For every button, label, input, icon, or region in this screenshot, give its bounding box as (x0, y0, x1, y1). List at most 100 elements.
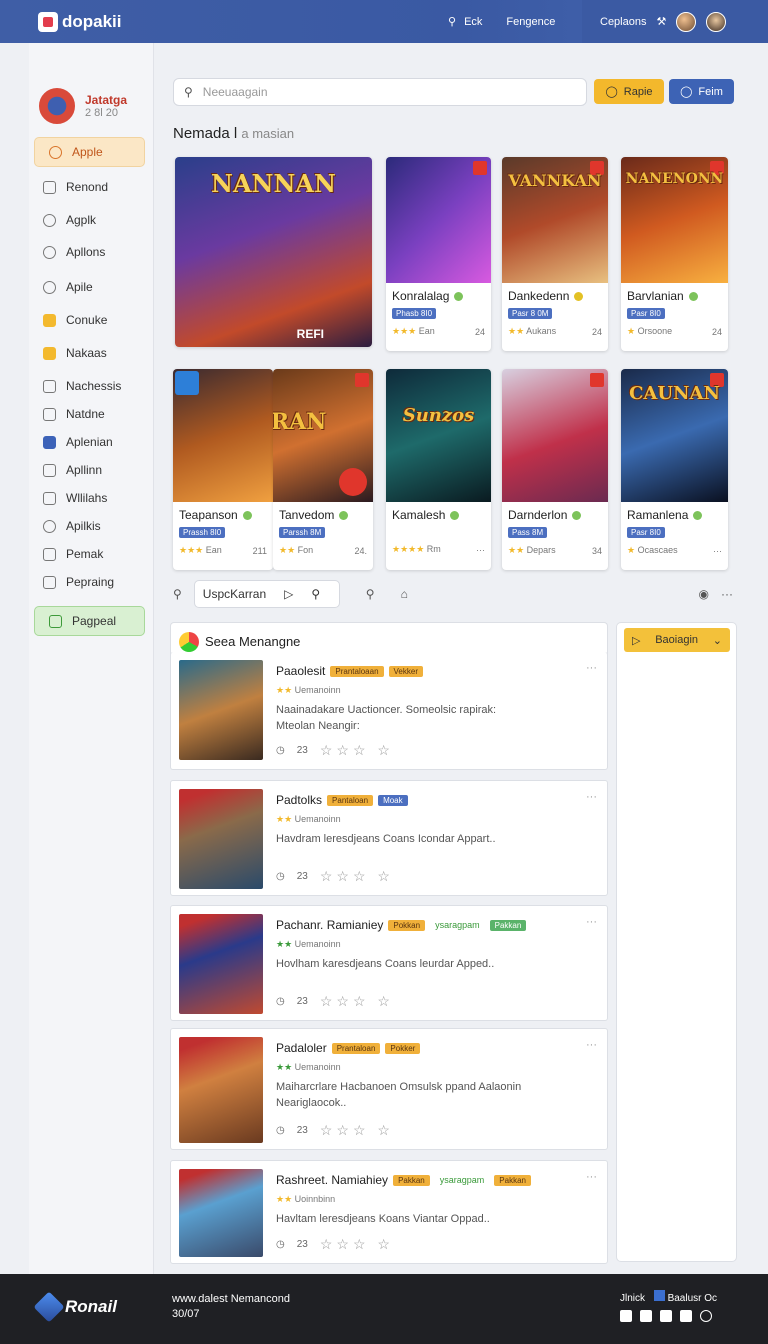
sidebar-item[interactable]: Agplk (29, 206, 145, 234)
game-card[interactable]: Teapanson Prassh 8I0 ★★★ Ean 211 (173, 369, 273, 570)
row-chip: Pakkan (393, 1174, 430, 1186)
rating-stars[interactable]: ☆☆☆ ☆ (320, 742, 394, 759)
row-chip: Moak (378, 794, 408, 806)
game-card[interactable]: VANNKAN Dankedenn Pasr 8 0M ★★ Aukans 24 (502, 157, 608, 351)
circle-icon (43, 280, 56, 294)
sort-dropdown[interactable]: ▷ Baoiagin ⌄ (624, 628, 730, 652)
tag-icon[interactable]: ▷ (284, 587, 293, 601)
row-footer: ◷ 23 ☆☆☆ ☆ (276, 1122, 394, 1139)
badge-icon (355, 373, 369, 387)
account-label[interactable]: Ceplaons (600, 16, 646, 28)
social-icon[interactable] (660, 1310, 672, 1322)
circle-icon: ◯ (680, 86, 693, 98)
row-description: Havdram leresdjeans Coans Icondar Appart… (276, 833, 496, 845)
more-icon[interactable]: ··· (713, 546, 722, 556)
circle-icon (43, 519, 56, 533)
more-icon[interactable]: ··· (476, 545, 485, 555)
pin-icon[interactable]: ⚲ (366, 587, 375, 601)
rating-stars[interactable]: ☆☆☆ ☆ (320, 868, 394, 885)
list-item[interactable]: Padaloler Prantaloan Pokker ★★ Uemanoinn M… (170, 1028, 608, 1150)
card-name: Barvlanian (627, 289, 684, 303)
card-image: VANNKAN (502, 157, 608, 283)
sidebar-item[interactable]: Aplenian (29, 428, 145, 456)
row-description: Havltam leresdjeans Koans Viantar Oppad.… (276, 1213, 490, 1225)
card-count: 24 (711, 326, 722, 337)
sidebar-item-pagpeal[interactable]: Pagpeal (34, 606, 145, 636)
sidebar-item-apple[interactable]: Apple (34, 137, 145, 167)
brand-logo[interactable]: dopakii (38, 11, 122, 32)
list-item[interactable]: Pachanr. Ramianiey Pokkan ysaragpam Pakkan … (170, 905, 608, 1021)
sidebar-item[interactable]: Nachessis (29, 372, 145, 400)
sidebar-item[interactable]: Apile (29, 273, 145, 301)
rating-stars[interactable]: ☆☆☆ ☆ (320, 1122, 394, 1139)
social-icon[interactable] (680, 1310, 692, 1322)
game-card[interactable]: Konralalag Phasb 8I0 ★★★ Ean 24 (386, 157, 491, 351)
search-icon[interactable]: ⚲ (311, 587, 320, 601)
sidebar-item[interactable]: Natdne (29, 400, 145, 428)
sidebar-item[interactable]: Wllilahs (29, 484, 145, 512)
card-footer: ★★★★ Rm ··· (386, 522, 491, 555)
list-item[interactable]: Rashreet. Namiahiey Pakkan ysaragpam Pakkan… (170, 1160, 608, 1264)
game-card[interactable]: NANENONN Barvlanian Pasr 8I0 ★ Orsoone 24 (621, 157, 728, 351)
link-icon[interactable] (700, 1310, 712, 1322)
chat-icon[interactable]: ⚲ (173, 587, 182, 601)
row-count: 23 (296, 1125, 308, 1136)
sidebar-item[interactable]: Pepraing (29, 568, 145, 596)
filter-input[interactable]: UspcKarran ▷ ⚲ (193, 580, 340, 608)
row-chip: ysaragpam (439, 1175, 485, 1185)
rating-stars[interactable]: ☆☆☆ ☆ (320, 993, 394, 1010)
sidebar-item[interactable]: Apllons (29, 238, 145, 266)
sidebar-item[interactable]: Pemak (29, 540, 145, 568)
sidebar-item[interactable]: Apllinn (29, 456, 145, 484)
home-icon[interactable]: ⌂ (401, 587, 408, 601)
rating-stars: ★★ (276, 1194, 293, 1204)
sidebar-item[interactable]: Renond (29, 173, 145, 201)
game-card[interactable]: SARRAN Tanvedom Parssh 8M ★★ Fon 24. (273, 369, 373, 570)
search-input[interactable]: ⚲ Neeuaagain (173, 78, 587, 106)
card-footer: ★★ Aukans 24 (502, 321, 608, 337)
profile-avatar (39, 88, 75, 124)
social-icon[interactable] (640, 1310, 652, 1322)
wrench-icon[interactable]: ⚒ (656, 15, 666, 28)
rating-stars: ★★ (276, 685, 293, 695)
footer-link[interactable]: Jlnick (620, 1293, 645, 1304)
more-icon[interactable]: ··· (586, 1171, 597, 1183)
feim-button[interactable]: ◯ Feim (669, 79, 734, 104)
footer-logo[interactable]: Ronail (33, 1291, 117, 1323)
sidebar-item[interactable]: Conuke (29, 306, 145, 334)
footer-link[interactable]: Baalusr Oc (668, 1293, 717, 1304)
card-title: Darnderlon (502, 502, 608, 522)
checkbox-icon (43, 407, 56, 421)
checkbox-icon (43, 491, 56, 505)
facebook-icon[interactable] (653, 1290, 665, 1301)
avatar[interactable] (676, 11, 697, 32)
game-card[interactable]: Sunzos Kamalesh ★★★★ Rm ··· (386, 369, 491, 570)
more-icon[interactable]: ··· (586, 916, 597, 928)
rating-stars: ★★ (508, 326, 525, 336)
row-subtitle: ★★ Uoinnbinn (276, 1194, 335, 1205)
settings-icon[interactable]: ◉ (699, 587, 709, 601)
more-icon[interactable]: ··· (586, 791, 597, 803)
list-item[interactable]: Paaolesit Prantaloaan Vekker ★★ Uemanoinn … (170, 652, 608, 770)
game-card[interactable]: CAUNAN Ramanlena Pasr 8I0 ★ Ocascaes ··· (621, 369, 728, 570)
profile[interactable]: Jatatga 2 8l 20 (29, 43, 153, 133)
card-footer: ★ Orsoone 24 (621, 321, 728, 337)
avatar-secondary[interactable] (706, 11, 727, 32)
hero-card[interactable]: NANNAN REFI (175, 157, 372, 347)
nav-link[interactable]: Fengence (506, 16, 555, 28)
more-icon[interactable]: ··· (586, 662, 597, 674)
rating-stars[interactable]: ☆☆☆ ☆ (320, 1236, 394, 1253)
row-thumbnail (179, 789, 263, 889)
sidebar-item[interactable]: Nakaas (29, 339, 145, 367)
card-image-title: VANNKAN (508, 171, 602, 190)
list-item[interactable]: Padtolks Pantaloan Moak ★★ Uemanoinn Havdr… (170, 780, 608, 896)
more-icon[interactable]: ··· (721, 587, 733, 601)
social-icon[interactable] (620, 1310, 632, 1322)
game-card[interactable]: Darnderlon Pass 8M ★★ Depars 34 (502, 369, 608, 570)
sidebar-item[interactable]: Apilkis (29, 512, 145, 540)
apple-button[interactable]: ◯ Rapie (594, 79, 664, 104)
more-icon[interactable]: ··· (586, 1039, 597, 1051)
top-search-button[interactable]: ⚲ Eck (448, 15, 482, 29)
check-icon (49, 614, 62, 628)
sidebar-item-label: Apllinn (66, 463, 103, 477)
